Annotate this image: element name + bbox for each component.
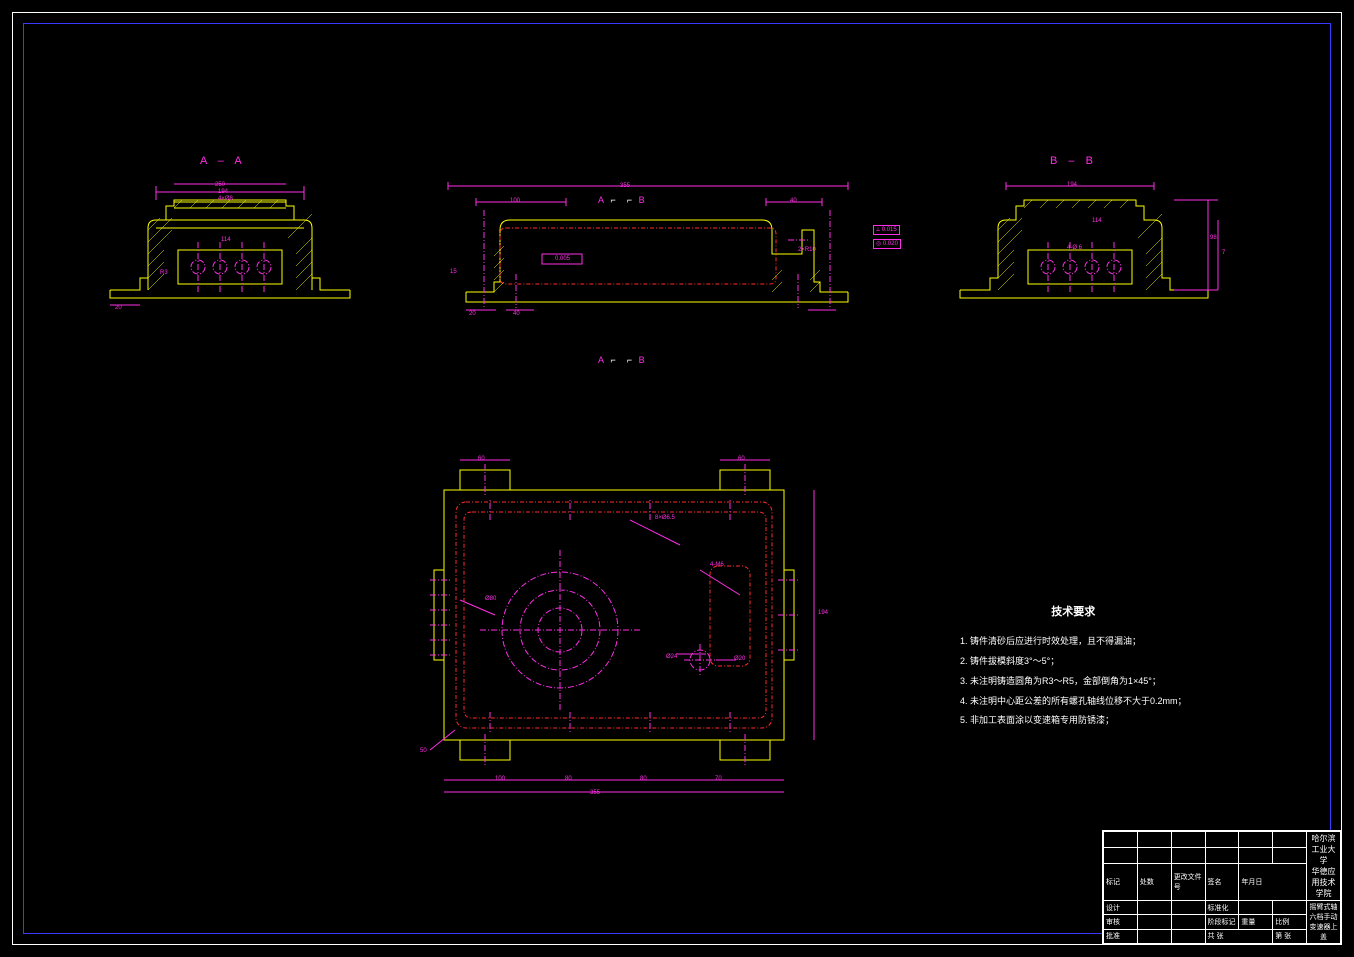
dim-plan-355: 355 (590, 790, 600, 796)
dim-plan-b3: 80 (640, 776, 647, 782)
dim-plan-t1: 60 (478, 456, 485, 462)
tolerance-val-2: 0.020 (883, 241, 898, 247)
dim-aa-20: 20 (115, 305, 122, 311)
dim-bb-194: 194 (1067, 182, 1077, 188)
dim-bb-114: 4-Ø 6 (1067, 245, 1082, 251)
tb-partname: 摇臂式轴六档手动变速器上盖 (1307, 901, 1341, 944)
tech-req-item: 4. 未注明中心距公差的所有螺孔轴线位移不大于0.2mm； (960, 692, 1187, 712)
dim-aa-194: 194 (218, 189, 228, 195)
tech-req-item: 2. 铸件拔模斜度3°～5°； (960, 652, 1187, 672)
tb-mark: 标记 (1104, 864, 1138, 901)
dim-plan-t2: 60 (738, 456, 745, 462)
dim-aa-114: 114 (221, 237, 231, 243)
tb-approve: 批准 (1104, 929, 1138, 943)
dim-plan-m6: 4-M6 (710, 562, 724, 568)
tech-req-item: 3. 未注明铸造圆角为R3～R5，金部倒角为1×45°； (960, 672, 1187, 692)
dim-plan-left: 50 (420, 748, 427, 754)
dim-front-h1: 15 (450, 269, 457, 275)
tb-date: 年月日 (1239, 864, 1307, 901)
tb-stage: 阶段标记 (1205, 915, 1239, 929)
tb-file: 更改文件号 (1171, 864, 1205, 901)
dim-plan-b2: 80 (565, 776, 572, 782)
tb-sheet: 共 张 (1205, 929, 1273, 943)
dim-aa-250: 250 (215, 182, 225, 188)
gdandt-icon: ⟂ (876, 227, 880, 233)
tb-school1: 哈尔滨工业大学 (1309, 833, 1338, 866)
tb-std: 标准化 (1205, 901, 1239, 915)
title-block: 哈尔滨工业大学 华德应用技术学院 标记 处数 更改文件号 签名 年月日 设计 标… (1102, 830, 1342, 945)
tolerance-val-1: 0.015 (882, 227, 897, 233)
dim-front-b40: 40 (513, 311, 520, 317)
tech-req-item: 5. 非加工表面涂以变速箱专用防锈漆； (960, 711, 1187, 731)
dim-aa-4x8: 4×Ø8 (218, 196, 233, 202)
gdandt-icon: ◎ (876, 241, 881, 247)
dim-bb-r2: 7 (1222, 250, 1225, 256)
dim-bb-r1: 98 (1210, 235, 1217, 241)
dim-front-355: 355 (620, 183, 630, 189)
tech-req-title: 技术要求 (960, 600, 1187, 624)
technical-requirements: 技术要求 1. 铸件清砂后应进行时效处理，且不得漏油； 2. 铸件拔模斜度3°～… (960, 600, 1187, 731)
dim-plan-d80: Ø80 (485, 596, 496, 602)
dim-front-40: 40 (790, 198, 797, 204)
tb-check: 审核 (1104, 915, 1138, 929)
dim-plan-d24: Ø24 (666, 654, 677, 660)
tb-design: 设计 (1104, 901, 1138, 915)
dim-plan-b1: 100 (495, 776, 505, 782)
dim-aa-r3: R3 (160, 270, 168, 276)
section-bb-label: B – B (1050, 155, 1097, 167)
section-aa-label: A – A (200, 155, 246, 167)
tolerance-box-1: ⟂ 0.015 (873, 225, 900, 235)
tb-scale: 比例 (1273, 915, 1307, 929)
dim-front-r: 2×R10 (798, 247, 816, 253)
tb-school2: 华德应用技术学院 (1309, 866, 1338, 899)
cut-marker-ab-bot: A ⌐ ⌐ B (598, 355, 647, 365)
dim-plan-d20: Ø20 (734, 656, 745, 662)
cut-marker-ab-top: A ⌐ ⌐ B (598, 195, 647, 205)
tb-weight: 重量 (1239, 915, 1273, 929)
tb-sign: 签名 (1205, 864, 1239, 901)
dim-plan-b4: 70 (715, 776, 722, 782)
dim-plan-holes: 8×Ø6.5 (655, 515, 675, 521)
dim-plan-h: 194 (818, 610, 828, 616)
dim-front-flat1: 0.005 (555, 256, 570, 262)
tolerance-box-2: ◎ 0.020 (873, 239, 901, 249)
tb-zone: 处数 (1137, 864, 1171, 901)
dim-front-b20: 20 (469, 311, 476, 317)
dim-bb-inner: 114 (1092, 218, 1102, 224)
tb-page: 第 张 (1273, 929, 1307, 943)
view-section-bb (940, 180, 1230, 310)
view-plan (400, 430, 830, 810)
view-front (430, 180, 870, 330)
dim-front-100: 100 (510, 198, 520, 204)
tech-req-item: 1. 铸件清砂后应进行时效处理，且不得漏油； (960, 632, 1187, 652)
